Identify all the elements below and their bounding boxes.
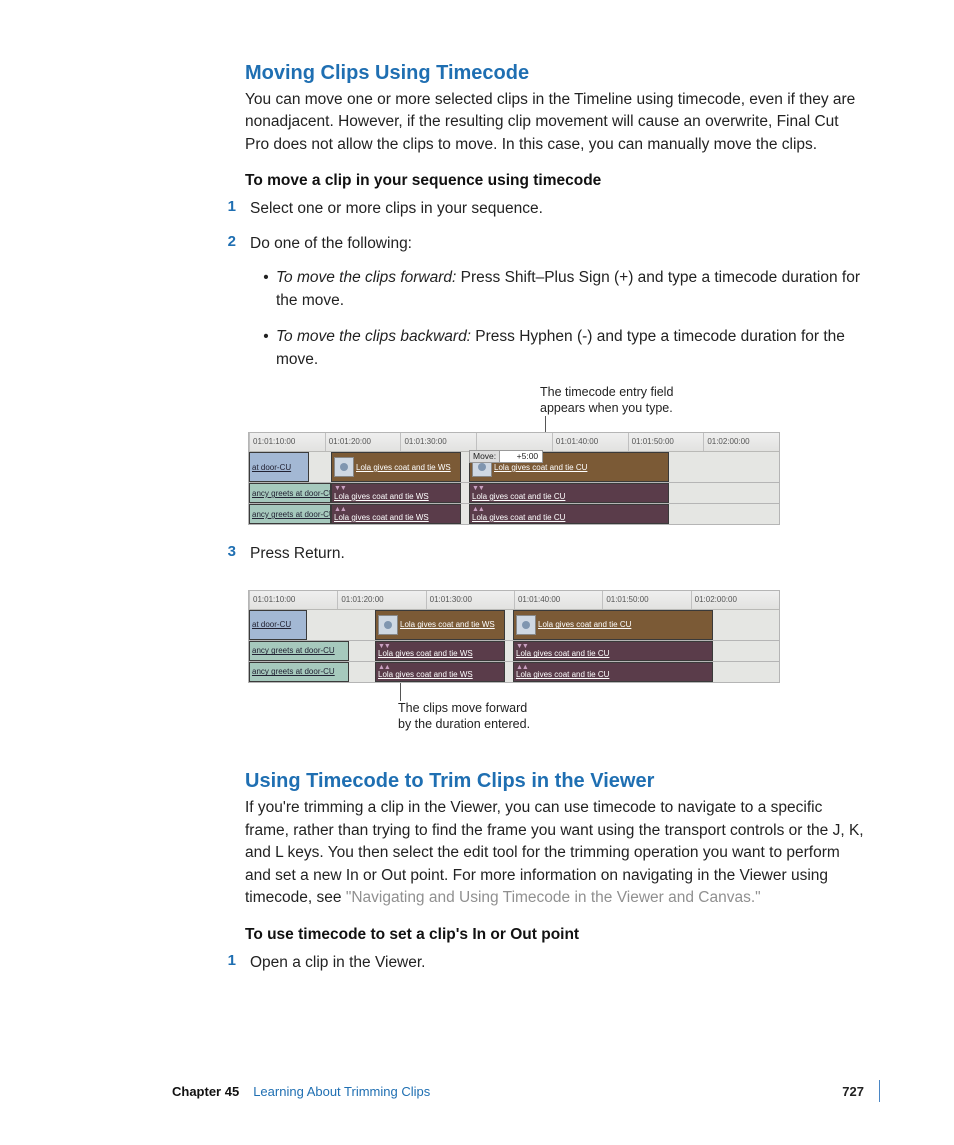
timecode-entry-field[interactable]: Move: +5:00 [469,450,543,463]
audio-clip[interactable]: ▼▼Lola gives coat and tie CU [469,483,669,503]
clip-thumbnail [334,457,354,477]
page-footer: Chapter 45 Learning About Trimming Clips… [0,1084,954,1099]
step-number: 2 [224,233,236,255]
section-heading: Moving Clips Using Timecode [245,62,864,85]
step-text: Do one of the following: [250,233,412,255]
timeline-ruler: 01:01:10:00 01:01:20:00 01:01:30:00 01:0… [249,591,779,610]
audio-clip[interactable]: ▼▼Lola gives coat and tie WS [375,641,505,661]
timeline-figure-after: 01:01:10:00 01:01:20:00 01:01:30:00 01:0… [248,590,780,683]
move-label: Move: [469,450,500,463]
chapter-label: Chapter 45 [172,1084,239,1099]
video-clip[interactable]: Lola gives coat and tie CU [513,610,713,640]
step-2: 2 Do one of the following: [224,233,864,255]
bullet-item: • To move the clips backward: Press Hyph… [262,326,864,371]
cross-reference-link[interactable]: "Navigating and Using Timecode in the Vi… [346,889,761,906]
chapter-title: Learning About Trimming Clips [253,1084,430,1099]
bullet-icon: • [262,326,270,371]
video-clip[interactable]: at door-CU [249,610,307,640]
audio-clip[interactable]: ▼▼Lola gives coat and tie WS [331,483,461,503]
audio-clip[interactable]: ▲▲Lola gives coat and tie CU [513,662,713,682]
step-number: 1 [224,952,236,974]
step-text: Open a clip in the Viewer. [250,952,426,974]
audio-clip[interactable]: ▲▲Lola gives coat and tie CU [469,504,669,524]
bullet-icon: • [262,267,270,312]
section-heading: Using Timecode to Trim Clips in the View… [245,770,864,793]
audio-track: ancy greets at door-CU ▲▲Lola gives coat… [249,504,779,524]
timeline-figure-before: 01:01:10:00 01:01:20:00 01:01:30:00 01:0… [248,432,780,525]
figure-callout-top: The timecode entry field appears when yo… [540,385,710,416]
clip-thumbnail [516,615,536,635]
stereo-link-icon: ▼▼ [378,643,390,650]
move-value: +5:00 [500,450,543,463]
audio-clip[interactable]: ▼▼Lola gives coat and tie CU [513,641,713,661]
clip-thumbnail [378,615,398,635]
video-clip[interactable]: Lola gives coat and tie WS [375,610,505,640]
step-number: 3 [224,543,236,565]
stereo-link-icon: ▼▼ [472,485,484,492]
figure-callout-bottom: The clips move forward by the duration e… [398,701,578,732]
audio-track: ancy greets at door-CU ▼▼Lola gives coat… [249,483,779,504]
audio-track: ancy greets at door-CU ▼▼Lola gives coat… [249,641,779,662]
audio-clip[interactable]: ancy greets at door-CU [249,641,349,661]
page-number: 727 [842,1084,864,1099]
video-track: at door-CU Lola gives coat and tie WS Lo… [249,610,779,641]
stereo-link-icon: ▲▲ [516,664,528,671]
footer-rule [879,1080,881,1102]
bullet-emphasis: To move the clips forward: [276,269,456,286]
step-1: 1 Open a clip in the Viewer. [224,952,864,974]
step-1: 1 Select one or more clips in your seque… [224,198,864,220]
body-paragraph: If you're trimming a clip in the Viewer,… [245,797,864,909]
stereo-link-icon: ▲▲ [378,664,390,671]
task-heading: To use timecode to set a clip's In or Ou… [245,926,864,944]
callout-leader-line [545,416,546,432]
stereo-link-icon: ▼▼ [334,485,346,492]
audio-clip[interactable]: ▲▲Lola gives coat and tie WS [375,662,505,682]
step-3: 3 Press Return. [224,543,864,565]
task-heading: To move a clip in your sequence using ti… [245,172,864,190]
stereo-link-icon: ▲▲ [472,506,484,513]
step-number: 1 [224,198,236,220]
callout-leader-line [400,683,401,701]
audio-track: ancy greets at door-CU ▲▲Lola gives coat… [249,662,779,682]
bullet-emphasis: To move the clips backward: [276,328,471,345]
audio-clip[interactable]: ▲▲Lola gives coat and tie WS [331,504,461,524]
audio-clip[interactable]: ancy greets at door-CU [249,504,331,524]
step-text: Press Return. [250,543,345,565]
stereo-link-icon: ▼▼ [516,643,528,650]
audio-clip[interactable]: ancy greets at door-CU [249,483,331,503]
audio-clip[interactable]: ancy greets at door-CU [249,662,349,682]
bullet-item: • To move the clips forward: Press Shift… [262,267,864,312]
stereo-link-icon: ▲▲ [334,506,346,513]
video-clip[interactable]: Lola gives coat and tie WS [331,452,461,482]
body-paragraph: You can move one or more selected clips … [245,89,864,156]
video-clip[interactable]: at door-CU [249,452,309,482]
step-text: Select one or more clips in your sequenc… [250,198,543,220]
